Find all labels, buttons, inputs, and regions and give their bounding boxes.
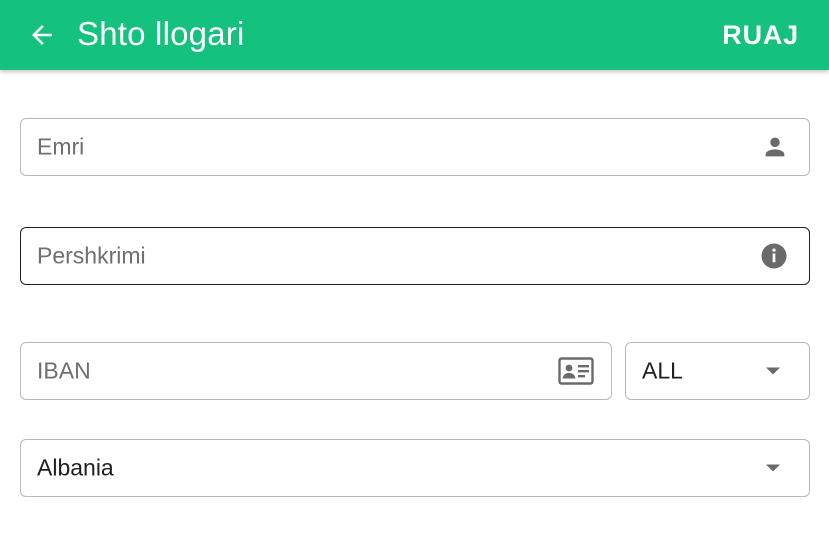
info-icon (759, 241, 789, 271)
country-select[interactable]: Albania (20, 439, 810, 497)
page-title: Shto llogari (77, 15, 245, 52)
dropdown-caret-icon (766, 464, 780, 472)
name-placeholder: Emri (37, 133, 85, 160)
dropdown-caret-icon (766, 367, 780, 375)
currency-select[interactable]: ALL (625, 342, 810, 400)
app-bar: Shto llogari RUAJ (0, 0, 829, 70)
currency-value: ALL (642, 357, 683, 384)
iban-field[interactable]: IBAN (20, 342, 612, 400)
id-card-icon (558, 357, 594, 385)
back-button[interactable] (24, 17, 60, 53)
save-button[interactable]: RUAJ (722, 19, 799, 51)
arrow-back-icon (32, 25, 52, 45)
person-icon (761, 133, 789, 161)
description-field[interactable]: Pershkrimi (20, 227, 810, 285)
iban-placeholder: IBAN (37, 357, 91, 384)
name-field[interactable]: Emri (20, 118, 810, 176)
country-value: Albania (37, 454, 114, 481)
description-placeholder: Pershkrimi (37, 242, 146, 269)
